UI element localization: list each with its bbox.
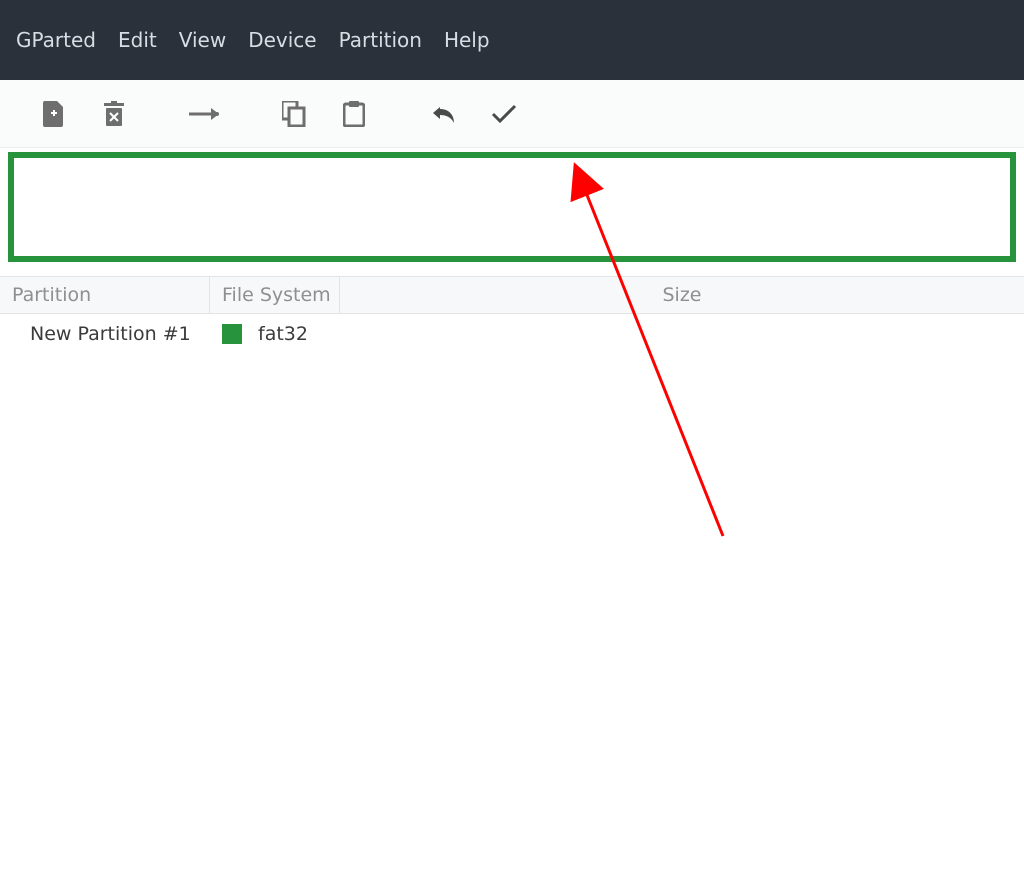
- paste-button[interactable]: [324, 94, 384, 134]
- table-row[interactable]: New Partition #1 fat32: [0, 314, 1024, 354]
- delete-partition-button[interactable]: [84, 94, 144, 134]
- partition-graphic[interactable]: [8, 152, 1016, 262]
- column-header-partition[interactable]: Partition: [0, 277, 210, 313]
- menu-partition[interactable]: Partition: [339, 28, 422, 52]
- menu-edit[interactable]: Edit: [118, 28, 157, 52]
- apply-button[interactable]: [474, 94, 534, 134]
- check-icon: [491, 103, 517, 125]
- column-header-size[interactable]: Size: [340, 277, 1024, 313]
- resize-arrow-icon: [187, 104, 221, 124]
- partition-table-header: Partition File System Size: [0, 276, 1024, 314]
- row-filesystem: fat32: [210, 323, 340, 345]
- column-header-filesystem[interactable]: File System: [210, 277, 340, 313]
- menu-help[interactable]: Help: [444, 28, 490, 52]
- new-partition-button[interactable]: [24, 94, 84, 134]
- undo-icon: [431, 103, 457, 125]
- partition-table: Partition File System Size New Partition…: [0, 276, 1024, 354]
- filesystem-label: fat32: [258, 323, 308, 345]
- copy-icon: [282, 101, 306, 127]
- menu-gparted[interactable]: GParted: [16, 28, 96, 52]
- menu-device[interactable]: Device: [248, 28, 316, 52]
- undo-button[interactable]: [414, 94, 474, 134]
- row-partition-name: New Partition #1: [0, 323, 210, 345]
- file-plus-icon: [43, 101, 65, 127]
- trash-icon: [102, 101, 126, 127]
- copy-button[interactable]: [264, 94, 324, 134]
- menubar: GParted Edit View Device Partition Help: [0, 0, 1024, 80]
- menu-view[interactable]: View: [179, 28, 226, 52]
- paste-icon: [343, 101, 365, 127]
- disk-graphic-container: [0, 152, 1024, 262]
- filesystem-color-swatch: [222, 324, 242, 344]
- resize-move-button[interactable]: [174, 94, 234, 134]
- toolbar: [0, 80, 1024, 148]
